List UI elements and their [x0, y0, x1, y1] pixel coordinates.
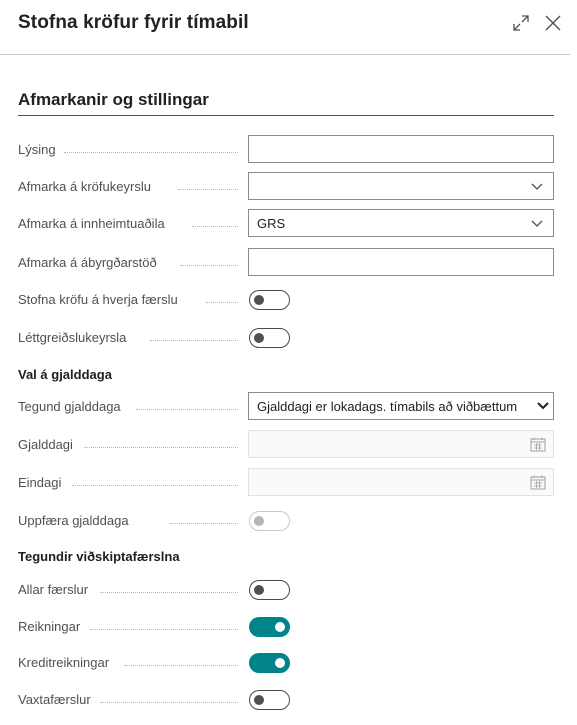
- innheimtuadila-label: Afmarka á innheimtuaðila: [18, 216, 165, 231]
- lysing-label: Lýsing: [18, 142, 56, 157]
- close-icon[interactable]: [541, 11, 565, 35]
- tegund-gjalddaga-value: Gjalddagi er lokadags. tímabils að viðbæ…: [257, 399, 518, 414]
- krofu-hverja-toggle[interactable]: [249, 290, 290, 310]
- field-row-allar: Allar færslur: [0, 575, 577, 605]
- leader-dots: [64, 152, 238, 153]
- field-row-abyrgdarstod: Afmarka á ábyrgðarstöð: [0, 248, 577, 278]
- field-row-innheimtuadila: Afmarka á innheimtuaðila GRS: [0, 209, 577, 239]
- eindagi-label: Eindagi: [18, 475, 62, 490]
- section-title: Afmarkanir og stillingar: [18, 90, 209, 109]
- expand-icon[interactable]: [509, 11, 533, 35]
- gjalddagi-label: Gjalddagi: [18, 437, 73, 452]
- field-row-krofukeyrslu: Afmarka á kröfukeyrslu: [0, 172, 577, 202]
- field-row-uppfaera: Uppfæra gjalddaga: [0, 506, 577, 536]
- eindagi-date-input[interactable]: [248, 468, 554, 496]
- field-row-kredit: Kreditreikningar: [0, 648, 577, 678]
- allar-label: Allar færslur: [18, 582, 89, 597]
- chevron-down-icon[interactable]: [531, 181, 543, 191]
- krofukeyrslu-lookup[interactable]: [248, 172, 554, 200]
- lettgreidslu-toggle[interactable]: [249, 328, 290, 348]
- toggle-knob: [254, 516, 264, 526]
- lettgreidslu-label: Léttgreiðslukeyrsla: [18, 330, 127, 345]
- toggle-knob: [275, 658, 285, 668]
- gjalddagi-date-input[interactable]: [248, 430, 554, 458]
- abyrgdarstod-label: Afmarka á ábyrgðarstöð: [18, 255, 157, 270]
- dialog-title: Stofna kröfur fyrir tímabil: [18, 12, 249, 33]
- vaxta-toggle[interactable]: [249, 690, 290, 710]
- kredit-toggle[interactable]: [249, 653, 290, 673]
- dialog-header: Stofna kröfur fyrir tímabil: [0, 0, 577, 56]
- group-label-gjalddaga: Val á gjalddaga: [18, 367, 112, 382]
- innheimtuadila-lookup[interactable]: GRS: [248, 209, 554, 237]
- toggle-knob: [254, 295, 264, 305]
- leader-dots: [136, 409, 238, 410]
- kredit-label: Kreditreikningar: [18, 655, 110, 670]
- calendar-icon[interactable]: [530, 437, 546, 452]
- vaxta-label: Vaxtafærslur: [18, 692, 91, 707]
- field-row-lysing: Lýsing: [0, 135, 577, 165]
- field-row-lettgreidslu: Léttgreiðslukeyrsla: [0, 323, 577, 353]
- reikningar-label: Reikningar: [18, 619, 81, 634]
- leader-dots: [100, 592, 238, 593]
- field-row-reikningar: Reikningar: [0, 612, 577, 642]
- innheimtuadila-value: GRS: [257, 216, 286, 231]
- field-row-krofu-hverja: Stofna kröfu á hverja færslu: [0, 285, 577, 315]
- leader-dots: [90, 629, 238, 630]
- krofukeyrslu-label: Afmarka á kröfukeyrslu: [18, 179, 151, 194]
- toggle-knob: [254, 695, 264, 705]
- allar-toggle[interactable]: [249, 580, 290, 600]
- calendar-icon[interactable]: [530, 475, 546, 490]
- toggle-knob: [275, 622, 285, 632]
- leader-dots: [206, 302, 238, 303]
- field-row-eindagi: Eindagi: [0, 468, 577, 498]
- leader-dots: [180, 265, 238, 266]
- field-row-tegund-gjalddaga: Tegund gjalddaga Gjalddagi er lokadags. …: [0, 392, 577, 422]
- leader-dots: [178, 189, 238, 190]
- field-row-vaxta: Vaxtafærslur: [0, 685, 577, 715]
- leader-dots: [100, 702, 238, 703]
- lysing-input[interactable]: [248, 135, 554, 163]
- uppfaera-toggle[interactable]: [249, 511, 290, 531]
- uppfaera-label: Uppfæra gjalddaga: [18, 513, 129, 528]
- field-row-gjalddagi: Gjalddagi: [0, 430, 577, 460]
- header-divider: [0, 54, 570, 55]
- leader-dots: [124, 665, 238, 666]
- group-label-tegundir: Tegundir viðskiptafærslna: [18, 549, 180, 564]
- tegund-gjalddaga-select[interactable]: Gjalddagi er lokadags. tímabils að viðbæ…: [248, 392, 554, 420]
- section-divider: [18, 115, 554, 116]
- tegund-gjalddaga-label: Tegund gjalddaga: [18, 399, 121, 414]
- krofu-hverja-label: Stofna kröfu á hverja færslu: [18, 292, 178, 307]
- toggle-knob: [254, 585, 264, 595]
- leader-dots: [84, 447, 238, 448]
- reikningar-toggle[interactable]: [249, 617, 290, 637]
- chevron-down-icon[interactable]: [537, 401, 549, 411]
- leader-dots: [72, 485, 238, 486]
- chevron-down-icon[interactable]: [531, 218, 543, 228]
- leader-dots: [170, 523, 238, 524]
- leader-dots: [150, 340, 238, 341]
- toggle-knob: [254, 333, 264, 343]
- abyrgdarstod-input[interactable]: [248, 248, 554, 276]
- leader-dots: [192, 226, 238, 227]
